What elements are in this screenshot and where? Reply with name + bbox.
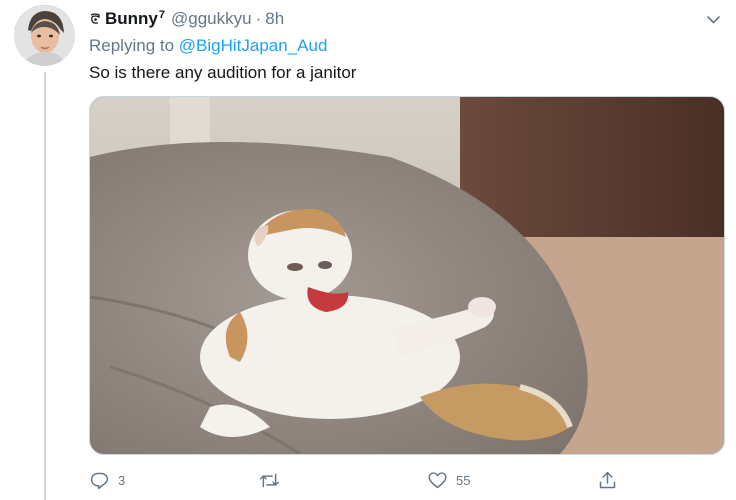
chevron-down-icon[interactable] bbox=[705, 11, 722, 28]
retweet-icon bbox=[260, 473, 279, 487]
avatar-image bbox=[14, 5, 75, 66]
tweet-actions: 3 55 bbox=[89, 466, 725, 494]
display-name-superscript: 7 bbox=[158, 9, 166, 21]
share-icon bbox=[599, 471, 616, 488]
user-handle[interactable]: @ggukkyu bbox=[171, 9, 252, 28]
like-count: 55 bbox=[456, 472, 471, 488]
share-action[interactable] bbox=[597, 466, 618, 494]
replying-to-mention[interactable]: @BigHitJapan_Aud bbox=[179, 36, 328, 55]
heart-icon bbox=[428, 471, 447, 488]
like-action[interactable]: 55 bbox=[427, 466, 470, 494]
thread-connector-line bbox=[44, 72, 46, 500]
tweet-media[interactable] bbox=[89, 96, 725, 455]
replying-to-label: Replying to bbox=[89, 36, 175, 55]
retweet-action[interactable] bbox=[259, 466, 288, 494]
display-name-text: Bunny bbox=[105, 9, 158, 28]
tweet-text: So is there any audition for a janitor bbox=[89, 63, 357, 82]
display-name[interactable]: Bunny7 bbox=[105, 9, 165, 28]
reply-action[interactable]: 3 bbox=[89, 466, 125, 494]
replying-to: Replying to @BigHitJapan_Aud bbox=[89, 36, 327, 56]
cat-photo bbox=[90, 97, 724, 454]
separator-dot: · bbox=[255, 9, 262, 28]
flag-badge-icon bbox=[90, 13, 100, 24]
tweet-header: Bunny7 @ggukkyu · 8h bbox=[89, 9, 284, 29]
reply-icon bbox=[90, 472, 109, 489]
reply-count: 3 bbox=[118, 472, 126, 488]
timestamp[interactable]: 8h bbox=[265, 9, 284, 28]
avatar[interactable] bbox=[14, 5, 75, 66]
